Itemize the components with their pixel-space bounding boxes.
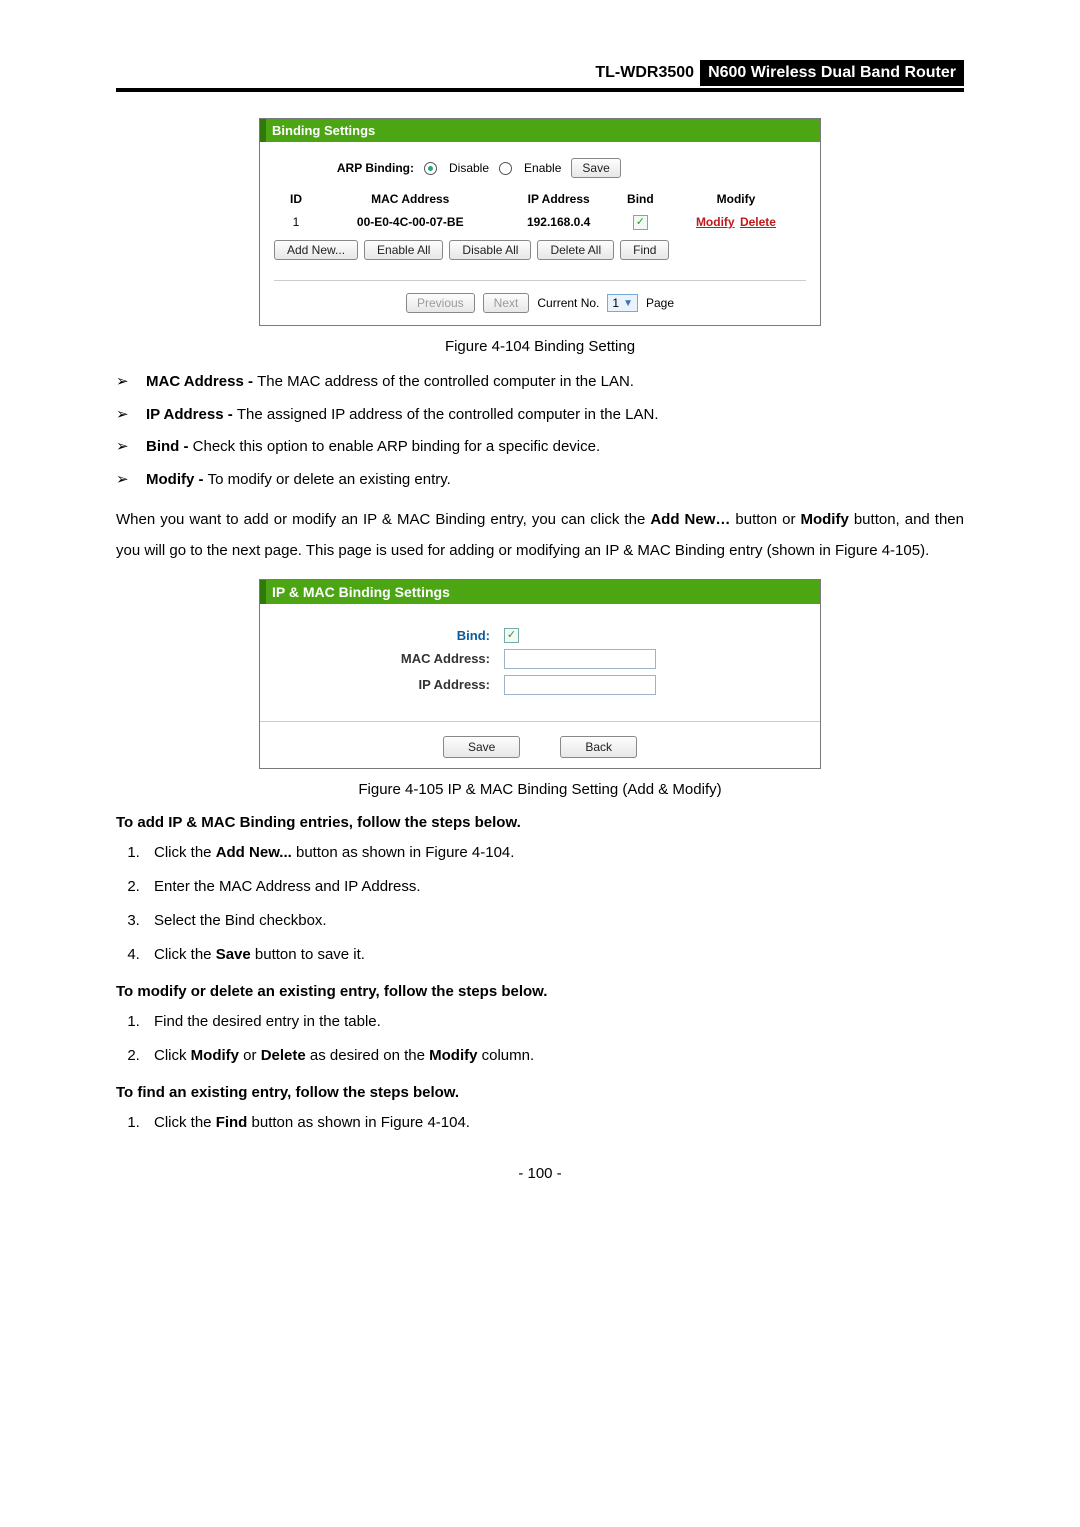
panel-title: Binding Settings	[260, 119, 820, 142]
list-item: ➢MAC Address - The MAC address of the co…	[116, 371, 964, 394]
figure-caption-2: Figure 4-105 IP & MAC Binding Setting (A…	[116, 781, 964, 798]
panel-title: IP & MAC Binding Settings	[260, 580, 820, 604]
save-button[interactable]: Save	[443, 736, 520, 758]
paragraph: When you want to add or modify an IP & M…	[116, 505, 964, 567]
ip-input[interactable]	[504, 675, 656, 695]
list-item: Click the Add New... button as shown in …	[144, 841, 964, 865]
col-bind: Bind	[615, 188, 666, 210]
binding-table: ID MAC Address IP Address Bind Modify 1 …	[274, 188, 806, 234]
add-new-button[interactable]: Add New...	[274, 240, 358, 260]
next-button[interactable]: Next	[483, 293, 530, 313]
chevron-right-icon: ➢	[116, 404, 132, 427]
check-icon: ✓	[636, 217, 645, 228]
arp-binding-row: ARP Binding: Disable Enable Save	[274, 158, 806, 178]
list-item: ➢Modify - To modify or delete an existin…	[116, 469, 964, 492]
table-header-row: ID MAC Address IP Address Bind Modify	[274, 188, 806, 210]
cell-ip: 192.168.0.4	[503, 210, 615, 234]
find-button[interactable]: Find	[620, 240, 669, 260]
chevron-down-icon: ▼	[623, 298, 633, 309]
list-item: Click Modify or Delete as desired on the…	[144, 1044, 964, 1068]
pager: Previous Next Current No. 1 ▼ Page	[274, 280, 806, 313]
back-button[interactable]: Back	[560, 736, 637, 758]
cell-bind: ✓	[615, 210, 666, 234]
page-select[interactable]: 1 ▼	[607, 294, 638, 312]
ip-mac-binding-panel: IP & MAC Binding Settings Bind: ✓ MAC Ad…	[259, 579, 821, 769]
model-label: TL-WDR3500	[589, 60, 700, 86]
cell-modify: Modify Delete	[666, 210, 806, 234]
document-header: TL-WDR3500N600 Wireless Dual Band Router	[116, 60, 964, 92]
add-steps-list: Click the Add New... button as shown in …	[116, 841, 964, 967]
enable-all-button[interactable]: Enable All	[364, 240, 443, 260]
cell-id: 1	[274, 210, 318, 234]
list-item: Select the Bind checkbox.	[144, 909, 964, 933]
section-heading: To add IP & MAC Binding entries, follow …	[116, 814, 964, 831]
mac-input[interactable]	[504, 649, 656, 669]
list-item: Enter the MAC Address and IP Address.	[144, 875, 964, 899]
mac-label: MAC Address:	[270, 651, 504, 666]
bind-checkbox[interactable]: ✓	[504, 628, 519, 643]
modify-steps-list: Find the desired entry in the table. Cli…	[116, 1010, 964, 1068]
table-row: 1 00-E0-4C-00-07-BE 192.168.0.4 ✓ Modify…	[274, 210, 806, 234]
chevron-right-icon: ➢	[116, 469, 132, 492]
section-heading: To modify or delete an existing entry, f…	[116, 983, 964, 1000]
delete-all-button[interactable]: Delete All	[537, 240, 614, 260]
page-select-value: 1	[612, 296, 619, 310]
page-label: Page	[646, 296, 674, 310]
save-button[interactable]: Save	[571, 158, 620, 178]
radio-disable[interactable]	[424, 162, 437, 175]
modify-link[interactable]: Modify	[696, 215, 735, 229]
find-steps-list: Click the Find button as shown in Figure…	[116, 1111, 964, 1135]
page-number: - 100 -	[116, 1165, 964, 1182]
col-modify: Modify	[666, 188, 806, 210]
current-no-label: Current No.	[537, 296, 599, 310]
disable-all-button[interactable]: Disable All	[449, 240, 531, 260]
col-id: ID	[274, 188, 318, 210]
arp-binding-label: ARP Binding:	[274, 161, 414, 175]
list-item: ➢IP Address - The assigned IP address of…	[116, 404, 964, 427]
list-item: Click the Find button as shown in Figure…	[144, 1111, 964, 1135]
definition-list: ➢MAC Address - The MAC address of the co…	[116, 371, 964, 491]
list-item: ➢Bind - Check this option to enable ARP …	[116, 436, 964, 459]
delete-link[interactable]: Delete	[740, 215, 776, 229]
col-mac: MAC Address	[318, 188, 503, 210]
previous-button[interactable]: Previous	[406, 293, 475, 313]
section-heading: To find an existing entry, follow the st…	[116, 1084, 964, 1101]
radio-disable-label: Disable	[449, 161, 489, 175]
ip-label: IP Address:	[270, 677, 504, 692]
action-row: Add New... Enable All Disable All Delete…	[274, 240, 806, 260]
list-item: Click the Save button to save it.	[144, 943, 964, 967]
cell-mac: 00-E0-4C-00-07-BE	[318, 210, 503, 234]
bind-label: Bind:	[270, 628, 504, 643]
radio-enable[interactable]	[499, 162, 512, 175]
bind-checkbox[interactable]: ✓	[633, 215, 648, 230]
figure-caption-1: Figure 4-104 Binding Setting	[116, 338, 964, 355]
list-item: Find the desired entry in the table.	[144, 1010, 964, 1034]
radio-enable-label: Enable	[524, 161, 561, 175]
product-tag: N600 Wireless Dual Band Router	[700, 60, 964, 86]
col-ip: IP Address	[503, 188, 615, 210]
chevron-right-icon: ➢	[116, 371, 132, 394]
check-icon: ✓	[507, 630, 516, 641]
chevron-right-icon: ➢	[116, 436, 132, 459]
binding-settings-panel: Binding Settings ARP Binding: Disable En…	[259, 118, 821, 326]
